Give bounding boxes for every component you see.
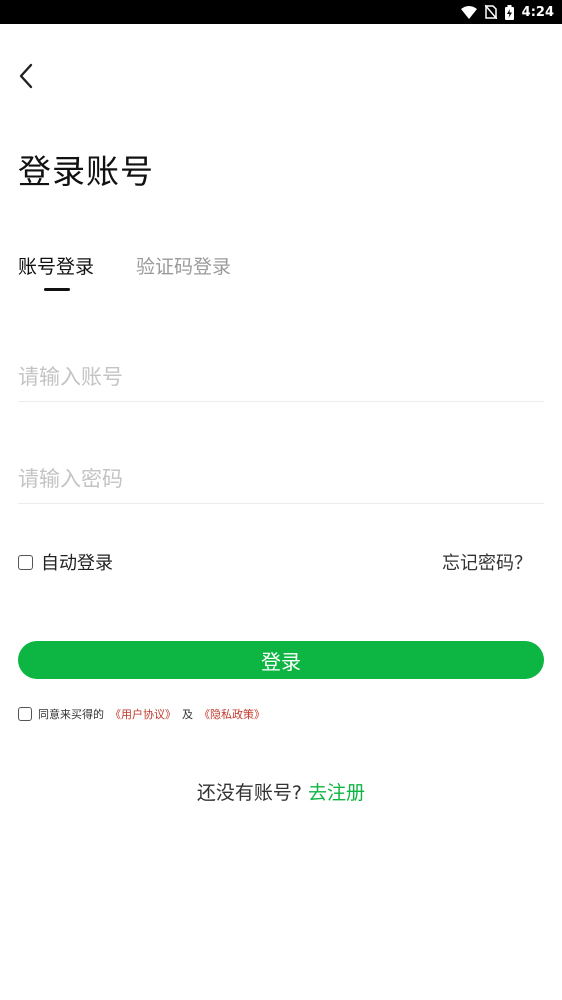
battery-charging-icon — [504, 4, 514, 20]
agreement-prefix: 同意来买得的 — [38, 708, 104, 721]
register-row: 还没有账号? 去注册 — [0, 778, 562, 805]
account-input[interactable] — [18, 352, 544, 402]
tab-code-login[interactable]: 验证码登录 — [136, 252, 231, 279]
active-tab-indicator — [44, 288, 70, 291]
tab-account-login[interactable]: 账号登录 — [18, 252, 94, 279]
agreement-checkbox[interactable] — [18, 707, 32, 721]
remember-row: 自动登录 忘记密码？ — [18, 548, 544, 576]
back-button[interactable] — [10, 58, 42, 98]
user-agreement-link[interactable]: 《用户协议》 — [110, 706, 176, 722]
auto-login-checkbox[interactable] — [18, 554, 33, 570]
register-link[interactable]: 去注册 — [308, 782, 365, 804]
register-prompt: 还没有账号? — [196, 782, 309, 804]
page-title: 登录账号 — [18, 152, 154, 191]
login-button[interactable]: 登录 — [18, 641, 544, 679]
status-bar: 4:24 — [0, 0, 562, 24]
wifi-icon — [460, 5, 477, 19]
login-tabs: 账号登录 验证码登录 — [18, 252, 231, 291]
agreement-row: 同意来买得的 《用户协议》及《隐私政策》 — [18, 706, 265, 722]
privacy-policy-link[interactable]: 《隐私政策》 — [199, 706, 265, 722]
no-sim-icon — [484, 5, 497, 19]
chevron-left-icon — [18, 63, 34, 93]
forgot-password-link[interactable]: 忘记密码？ — [442, 549, 544, 575]
password-input[interactable] — [18, 454, 544, 504]
status-time: 4:24 — [521, 4, 554, 20]
auto-login-label: 自动登录 — [41, 553, 113, 574]
auto-login-group: 自动登录 — [18, 549, 113, 575]
agreement-conjunction: 及 — [182, 708, 193, 721]
